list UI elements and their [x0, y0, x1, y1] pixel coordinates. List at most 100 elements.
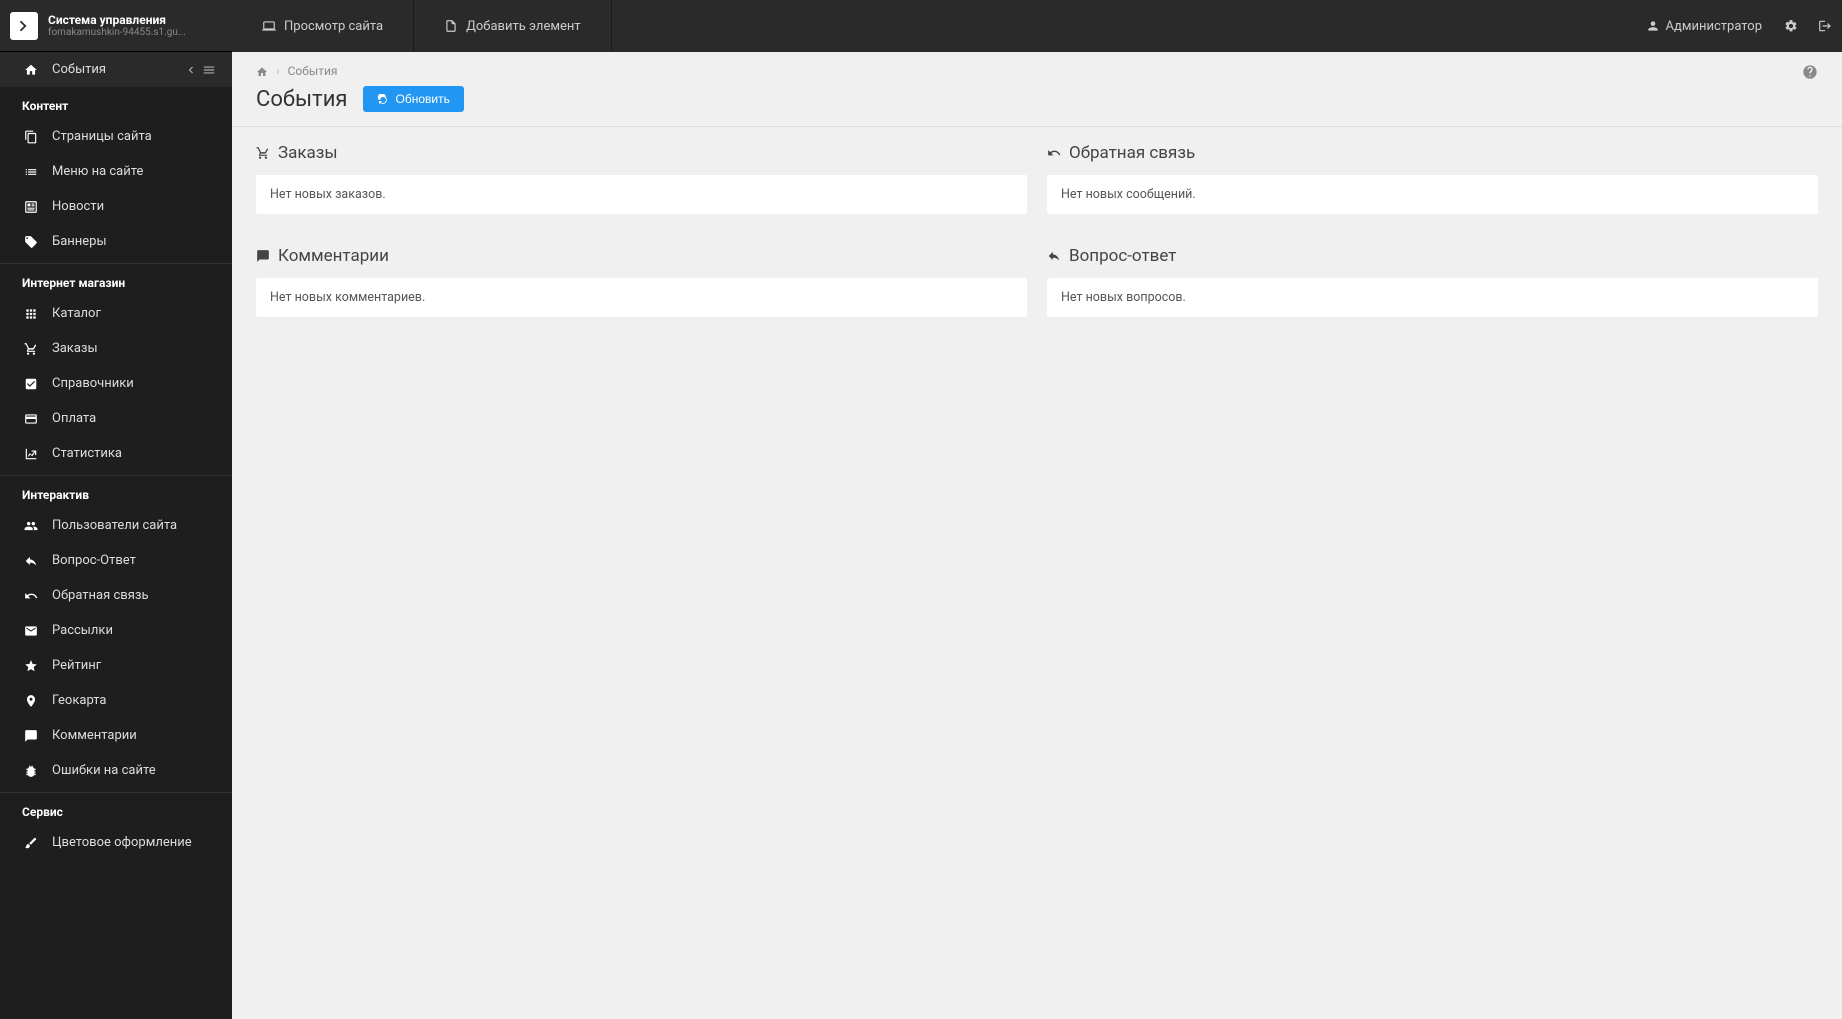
panel-orders-title: Заказы: [278, 143, 338, 163]
sidebar-item[interactable]: Рейтинг: [0, 648, 232, 683]
undo-icon: [1047, 145, 1061, 161]
sidebar-item[interactable]: Новости: [0, 189, 232, 224]
sidebar-item-label: Ошибки на сайте: [52, 763, 156, 778]
sidebar-item[interactable]: Геокарта: [0, 683, 232, 718]
refresh-icon: [377, 92, 389, 106]
breadcrumb-sep: ›: [276, 64, 280, 78]
sidebar-item-label: Статистика: [52, 446, 122, 461]
sidebar-item[interactable]: Пользователи сайта: [0, 508, 232, 543]
panel-qa-body: Нет новых вопросов.: [1047, 278, 1818, 317]
settings-button[interactable]: [1774, 0, 1808, 52]
sidebar-item[interactable]: Меню на сайте: [0, 154, 232, 189]
news-icon: [22, 199, 40, 214]
sidebar-item-label: Рассылки: [52, 623, 113, 638]
content: › События События Обновить Заказы: [232, 52, 1842, 1019]
sidebar-item-label: Геокарта: [52, 693, 106, 708]
panel-comments: Комментарии Нет новых комментариев.: [256, 238, 1027, 317]
sidebar-item[interactable]: Ошибки на сайте: [0, 753, 232, 788]
panel-orders-body: Нет новых заказов.: [256, 175, 1027, 214]
star-icon: [22, 658, 40, 673]
laptop-icon: [262, 19, 276, 34]
grid-icon: [22, 306, 40, 321]
user-icon: [1646, 19, 1660, 34]
panel-feedback-body: Нет новых сообщений.: [1047, 175, 1818, 214]
brand-title: Система управления: [48, 13, 186, 27]
brush-icon: [22, 835, 40, 850]
user-menu[interactable]: Администратор: [1634, 0, 1775, 52]
sidebar-item-label: Каталог: [52, 306, 101, 321]
sidebar-item[interactable]: Баннеры: [0, 224, 232, 259]
user-label: Администратор: [1666, 19, 1763, 34]
cart-icon: [22, 341, 40, 356]
help-button[interactable]: [1802, 64, 1818, 80]
breadcrumb-current: События: [288, 64, 338, 78]
sidebar-section-title: Контент: [0, 87, 232, 119]
refresh-button[interactable]: Обновить: [363, 86, 463, 112]
sidebar-item[interactable]: Комментарии: [0, 718, 232, 753]
pin-icon: [22, 693, 40, 708]
copy-icon: [22, 129, 40, 144]
sidebar-item-label: Пользователи сайта: [52, 518, 177, 533]
comment-icon: [256, 248, 270, 264]
breadcrumb-home-icon[interactable]: [256, 64, 268, 78]
logout-icon: [1818, 19, 1832, 34]
sidebar-item-label: Обратная связь: [52, 588, 149, 603]
add-element-label: Добавить элемент: [466, 19, 581, 34]
sidebar-item[interactable]: Обратная связь: [0, 578, 232, 613]
panel-feedback: Обратная связь Нет новых сообщений.: [1047, 135, 1818, 214]
chart-icon: [22, 446, 40, 461]
panel-orders: Заказы Нет новых заказов.: [256, 135, 1027, 214]
sidebar-item-label: Меню на сайте: [52, 164, 143, 179]
sidebar-item-label: Рейтинг: [52, 658, 101, 673]
sidebar-item[interactable]: Вопрос-Ответ: [0, 543, 232, 578]
reply-icon: [1047, 248, 1061, 264]
sidebar-item[interactable]: Страницы сайта: [0, 119, 232, 154]
comment-icon: [22, 728, 40, 743]
users-icon: [22, 518, 40, 533]
logout-button[interactable]: [1808, 0, 1842, 52]
sidebar-item-label: События: [52, 62, 106, 77]
sidebar-item[interactable]: Цветовое оформление: [0, 825, 232, 860]
sidebar-item[interactable]: Статистика: [0, 436, 232, 471]
add-element-button[interactable]: Добавить элемент: [414, 0, 612, 52]
sidebar-item[interactable]: Заказы: [0, 331, 232, 366]
home-icon: [22, 62, 40, 77]
mail-icon: [22, 623, 40, 638]
view-site-label: Просмотр сайта: [284, 19, 383, 34]
sidebar-section-title: Сервис: [0, 792, 232, 825]
sidebar-item-label: Цветовое оформление: [52, 835, 192, 850]
sidebar-item[interactable]: Рассылки: [0, 613, 232, 648]
sidebar-item-events[interactable]: События: [0, 52, 232, 87]
card-icon: [22, 411, 40, 426]
sidebar-section-title: Интерактив: [0, 475, 232, 508]
panel-feedback-title: Обратная связь: [1069, 143, 1195, 163]
file-icon: [444, 19, 458, 34]
cart-icon: [256, 145, 270, 161]
refresh-label: Обновить: [395, 92, 449, 106]
bug-icon: [22, 763, 40, 778]
check-icon: [22, 376, 40, 391]
panel-qa: Вопрос-ответ Нет новых вопросов.: [1047, 238, 1818, 317]
sidebar-item-label: Страницы сайта: [52, 129, 152, 144]
list-icon: [22, 164, 40, 179]
view-site-button[interactable]: Просмотр сайта: [232, 0, 414, 52]
brand[interactable]: Система управления fomakamushkin-94455.s…: [0, 0, 232, 52]
sidebar-item-label: Оплата: [52, 411, 96, 426]
main: Просмотр сайта Добавить элемент Админист…: [232, 0, 1842, 1019]
sidebar-item[interactable]: Справочники: [0, 366, 232, 401]
collapse-icon[interactable]: [184, 62, 198, 77]
menu-icon[interactable]: [202, 62, 216, 77]
panel-comments-title: Комментарии: [278, 246, 389, 266]
sidebar-item-label: Новости: [52, 199, 104, 214]
sidebar-item-label: Вопрос-Ответ: [52, 553, 136, 568]
sidebar-item-label: Комментарии: [52, 728, 137, 743]
sidebar-item[interactable]: Каталог: [0, 296, 232, 331]
sidebar-item-label: Справочники: [52, 376, 134, 391]
sidebar: Система управления fomakamushkin-94455.s…: [0, 0, 232, 1019]
breadcrumb: › События: [232, 52, 1842, 82]
page-title: События: [256, 87, 347, 112]
sidebar-item[interactable]: Оплата: [0, 401, 232, 436]
brand-logo-icon: [10, 12, 38, 40]
sidebar-item-label: Заказы: [52, 341, 98, 356]
brand-subtitle: fomakamushkin-94455.s1.gu...: [48, 27, 186, 38]
